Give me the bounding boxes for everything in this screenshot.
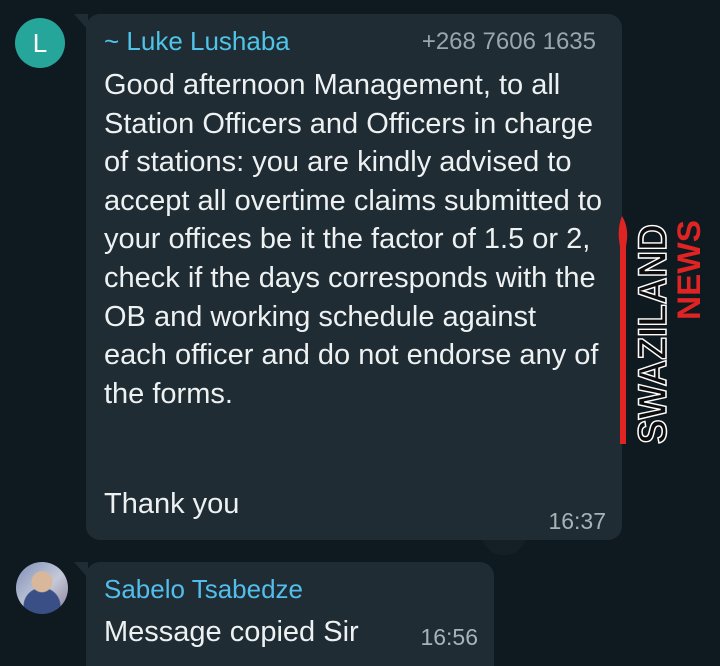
message-bubble[interactable]: ~ Luke Lushaba +268 7606 1635 Good after… [74,14,622,540]
sender-phone[interactable]: +268 7606 1635 [422,28,596,56]
reply-bubble[interactable]: Sabelo Tsabedze Message copied Sir 16:56 [74,562,494,666]
reply-avatar[interactable] [16,562,68,614]
reply-text: Message copied Sir [104,616,359,648]
message-text: Good afternoon Management, to all Statio… [104,69,603,410]
avatar-letter: L [32,27,48,58]
watermark-swaziland: SWAZILAND [631,224,675,444]
watermark-news: NEWS [671,220,704,320]
reply-timestamp: 16:56 [420,624,478,650]
swaziland-news-watermark: SWAZILAND NEWS [618,216,704,445]
spear-icon [618,216,628,444]
reply-sender-name[interactable]: Sabelo Tsabedze [104,574,303,605]
message-timestamp: 16:37 [548,508,606,534]
sender-avatar[interactable]: L [15,18,65,68]
message-closing: Thank you [104,488,240,520]
sender-name[interactable]: ~ Luke Lushaba [104,26,290,57]
